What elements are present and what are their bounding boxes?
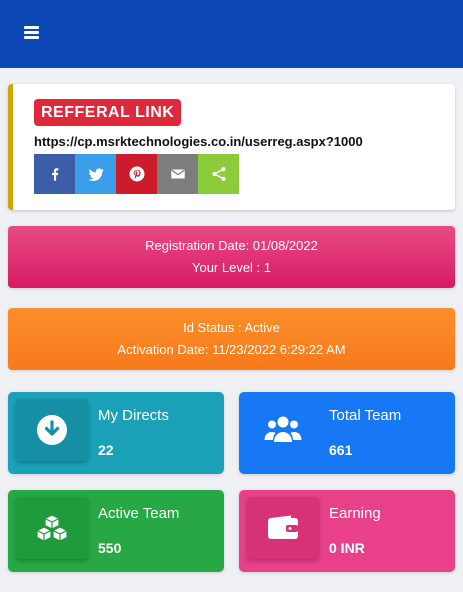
- registration-info-card: Registration Date: 01/08/2022 Your Level…: [8, 226, 455, 288]
- cubes-icon: [16, 497, 88, 559]
- referral-link-text[interactable]: https://cp.msrktechnologies.co.in/userre…: [34, 134, 363, 149]
- email-icon: [170, 169, 185, 179]
- my-directs-value: 22: [98, 442, 114, 458]
- top-header-bar: [0, 0, 463, 68]
- share-buttons: [34, 154, 239, 194]
- twitter-icon: [88, 168, 103, 181]
- referral-card: REFFERAL LINK https://cp.msrktechnologie…: [8, 84, 455, 210]
- earning-label: Earning: [329, 505, 381, 522]
- wallet-icon: [247, 497, 319, 559]
- pinterest-share-button[interactable]: [116, 154, 157, 194]
- generic-share-button[interactable]: [198, 154, 239, 194]
- earning-value: 0 INR: [329, 540, 365, 556]
- status-info-card: Id Status : Active Activation Date: 11/2…: [8, 308, 455, 370]
- total-team-value: 661: [329, 442, 353, 458]
- user-level-text: Your Level : 1: [191, 260, 272, 275]
- active-team-label: Active Team: [98, 505, 180, 522]
- my-directs-tile[interactable]: My Directs 22: [8, 392, 224, 474]
- total-team-label: Total Team: [329, 407, 402, 424]
- registration-date-text: Registration Date: 01/08/2022: [145, 238, 318, 253]
- facebook-icon: [51, 168, 58, 181]
- twitter-share-button[interactable]: [75, 154, 116, 194]
- active-team-tile[interactable]: Active Team 550: [8, 490, 224, 572]
- download-icon: [16, 399, 88, 461]
- facebook-share-button[interactable]: [34, 154, 75, 194]
- share-icon: [211, 167, 226, 181]
- referral-badge: REFFERAL LINK: [34, 99, 182, 126]
- id-status-text: Id Status : Active: [183, 320, 280, 335]
- earning-tile[interactable]: Earning 0 INR: [239, 490, 455, 572]
- total-team-tile[interactable]: Total Team 661: [239, 392, 455, 474]
- hamburger-menu-icon[interactable]: [24, 26, 39, 39]
- email-share-button[interactable]: [157, 154, 198, 194]
- my-directs-label: My Directs: [98, 407, 169, 424]
- active-team-value: 550: [98, 540, 122, 556]
- activation-date-text: Activation Date: 11/23/2022 6:29:22 AM: [117, 342, 346, 357]
- pinterest-icon: [129, 166, 144, 182]
- users-icon: [247, 399, 319, 461]
